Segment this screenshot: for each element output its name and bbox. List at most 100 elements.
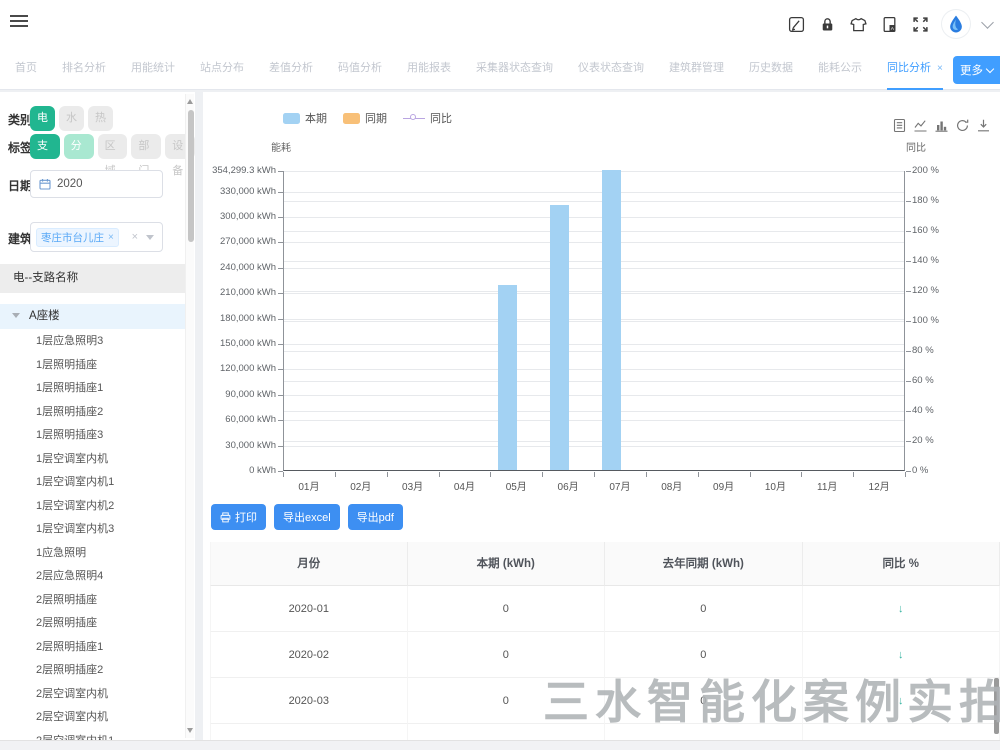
more-label: 更多 (960, 62, 983, 78)
legend-yoy[interactable]: 同比 (403, 110, 452, 126)
x-axis-label: 03月 (391, 478, 435, 493)
tree-item[interactable]: 1层照明插座2 (0, 401, 186, 425)
select-clear-icon[interactable]: × (132, 231, 138, 243)
id-card-icon[interactable]: A (880, 15, 898, 33)
scroll-up-icon[interactable] (187, 99, 193, 104)
tree-item[interactable]: 2层照明插座1 (0, 636, 186, 660)
tree-item[interactable]: 2层应急照明4 (0, 565, 186, 589)
building-select[interactable]: 枣庄市台儿庄 × × (30, 222, 163, 252)
tag-chip-支路[interactable]: 支路 (30, 134, 60, 159)
export-pdf-button[interactable]: 导出pdf (348, 504, 403, 530)
x-axis-label: 05月 (494, 478, 538, 493)
cell-yoy: ↓ (803, 724, 1000, 740)
tab-同比分析[interactable]: 同比分析× (887, 48, 943, 90)
legend-current-period[interactable]: 本期 (283, 110, 327, 126)
tag-chip-区域[interactable]: 区域 (98, 134, 128, 159)
building-tag-label: 枣庄市台儿庄 (41, 230, 104, 245)
cell-month: 2020-03 (210, 678, 408, 724)
tree-item[interactable]: 1层空调室内机3 (0, 518, 186, 542)
y-tick-right (906, 261, 911, 262)
tree-item[interactable]: 1层应急照明3 (0, 330, 186, 354)
gridline (284, 217, 904, 218)
table-header-cell: 月份 (210, 542, 408, 586)
x-tick (853, 472, 854, 477)
bar-本期-06月[interactable] (550, 205, 569, 470)
y-axis-label-left: 210,000 kWh (203, 287, 276, 298)
tree-item[interactable]: 1应急照明 (0, 542, 186, 566)
edit-note-icon[interactable] (787, 15, 805, 33)
y-tick-left (278, 395, 283, 396)
scrollbar-thumb[interactable] (188, 110, 194, 242)
menu-icon[interactable] (10, 15, 28, 31)
bar-chart-icon[interactable] (934, 118, 949, 133)
gridline (284, 261, 904, 262)
more-button[interactable]: 更多 (953, 56, 1000, 84)
tree-item[interactable]: 2层照明插座2 (0, 659, 186, 683)
tab-仪表状态查询[interactable]: 仪表状态查询 (578, 48, 644, 90)
tree-item[interactable]: 1层空调室内机1 (0, 471, 186, 495)
y-axis-label-right: 80 % (912, 345, 934, 356)
y-tick-right (906, 411, 911, 412)
bar-本期-07月[interactable] (602, 170, 621, 470)
tag-chip-部门[interactable]: 部门 (131, 134, 161, 159)
table-scrollbar-thumb[interactable] (994, 678, 999, 734)
tab-close-icon[interactable]: × (937, 63, 943, 74)
tag-close-icon[interactable]: × (108, 232, 114, 243)
tree-item[interactable]: 2层空调室内机 (0, 706, 186, 730)
x-axis-label: 06月 (546, 478, 590, 493)
tab-排名分析[interactable]: 排名分析 (62, 48, 106, 90)
tree-item[interactable]: 1层空调室内机 (0, 448, 186, 472)
legend-same-period[interactable]: 同期 (343, 110, 387, 126)
tab-差值分析[interactable]: 差值分析 (269, 48, 313, 90)
bottom-scroll-strip[interactable] (0, 740, 1000, 750)
tab-首页[interactable]: 首页 (15, 48, 37, 90)
chart-toolbox (892, 118, 991, 133)
tab-能耗公示[interactable]: 能耗公示 (818, 48, 862, 90)
logo-water-drop[interactable] (942, 10, 970, 38)
tree-item[interactable]: 2层照明插座 (0, 612, 186, 636)
chevron-down-icon (986, 64, 994, 72)
tab-建筑群管理[interactable]: 建筑群管理 (669, 48, 724, 90)
y-tick-right (906, 441, 911, 442)
gridline (284, 291, 904, 292)
tab-用能统计[interactable]: 用能统计 (131, 48, 175, 90)
tab-站点分布[interactable]: 站点分布 (200, 48, 244, 90)
fullscreen-icon[interactable] (911, 15, 929, 33)
tree-item[interactable]: 1层空调室内机2 (0, 495, 186, 519)
lock-icon[interactable] (818, 15, 836, 33)
date-input[interactable]: 2020 (30, 170, 163, 198)
category-chip-水[interactable]: 水 (59, 106, 84, 131)
tree-item[interactable]: 1层照明插座3 (0, 424, 186, 448)
sidebar-scrollbar[interactable] (185, 94, 194, 738)
refresh-icon[interactable] (955, 118, 970, 133)
tree-item[interactable]: 2层照明插座 (0, 589, 186, 613)
chevron-down-icon[interactable] (981, 16, 994, 29)
tab-采集器状态查询[interactable]: 采集器状态查询 (476, 48, 553, 90)
category-chip-热[interactable]: 热 (88, 106, 113, 131)
scroll-down-icon[interactable] (187, 728, 193, 733)
y-axis-label-left: 180,000 kWh (203, 313, 276, 324)
bar-本期-05月[interactable] (498, 285, 517, 470)
data-view-icon[interactable] (892, 118, 907, 133)
table-row: 2020-0100↓ (210, 586, 1000, 632)
line-chart-icon[interactable] (913, 118, 928, 133)
tree-item[interactable]: 1层照明插座 (0, 354, 186, 378)
theme-shirt-icon[interactable] (849, 15, 867, 33)
download-icon[interactable] (976, 118, 991, 133)
y-axis-label-left: 240,000 kWh (203, 262, 276, 273)
tag-chip-分项[interactable]: 分项 (64, 134, 94, 159)
y-axis-label-right: 100 % (912, 315, 939, 326)
print-button[interactable]: 打印 (211, 504, 266, 530)
tree-item[interactable]: 2层空调室内机1 (0, 730, 186, 741)
tree-item[interactable]: 1层照明插座1 (0, 377, 186, 401)
tab-码值分析[interactable]: 码值分析 (338, 48, 382, 90)
gridline (284, 420, 904, 421)
x-tick (387, 472, 388, 477)
tab-历史数据[interactable]: 历史数据 (749, 48, 793, 90)
export-excel-button[interactable]: 导出excel (274, 504, 340, 530)
tree-item[interactable]: 2层空调室内机 (0, 683, 186, 707)
tab-用能报表[interactable]: 用能报表 (407, 48, 451, 90)
tree-node-parent[interactable]: A座楼 (0, 304, 186, 329)
gridline (284, 201, 904, 202)
category-chip-电[interactable]: 电 (30, 106, 55, 131)
